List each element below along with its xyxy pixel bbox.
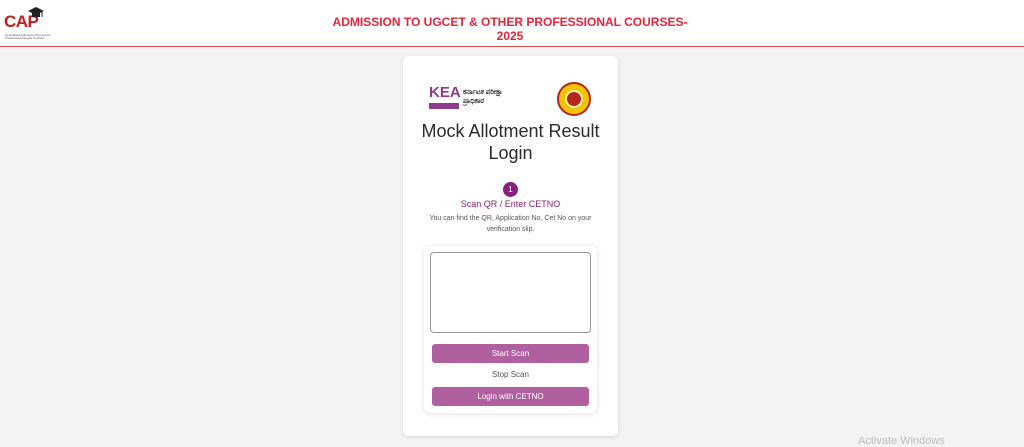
stop-scan-button[interactable]: Stop Scan: [424, 370, 597, 379]
activate-windows-watermark: Activate Windows: [858, 435, 945, 447]
cap-logo-subtext: Centralised Admission Process for Profes…: [5, 33, 51, 40]
top-header: CAP Centralised Admission Process for Pr…: [0, 0, 1024, 47]
step-indicator: 1: [503, 182, 518, 197]
kea-logo: KEA ಕರ್ನಾಟಕ ಪರೀಕ್ಷಾ ಪ್ರಾಧಿಕಾರ: [429, 84, 515, 112]
start-scan-button[interactable]: Start Scan: [432, 344, 589, 363]
page-title: ADMISSION TO UGCET & OTHER PROFESSIONAL …: [332, 15, 688, 43]
kea-logo-letters: KEA: [429, 84, 461, 101]
login-with-cetno-button[interactable]: Login with CETNO: [432, 387, 589, 406]
cap-logo: CAP Centralised Admission Process for Pr…: [4, 7, 54, 42]
login-title: Mock Allotment Result Login: [421, 121, 600, 163]
graduation-cap-icon: [28, 7, 44, 17]
login-card: KEA ಕರ್ನಾಟಕ ಪರೀಕ್ಷಾ ಪ್ರಾಧಿಕಾರ Mock Allot…: [403, 56, 618, 436]
kea-logo-base: [429, 103, 459, 109]
step-label: Scan QR / Enter CETNO: [460, 199, 561, 209]
verification-hint: You can find the QR, Application No, Cet…: [429, 215, 592, 233]
qr-scanner-panel: Start Scan Stop Scan Login with CETNO: [424, 246, 597, 413]
emblem-center: [565, 90, 583, 108]
karnataka-emblem-icon: [557, 82, 591, 116]
qr-camera-preview: [430, 252, 591, 333]
kea-logo-kannada: ಕರ್ನಾಟಕ ಪರೀಕ್ಷಾ ಪ್ರಾಧಿಕಾರ: [463, 89, 503, 105]
